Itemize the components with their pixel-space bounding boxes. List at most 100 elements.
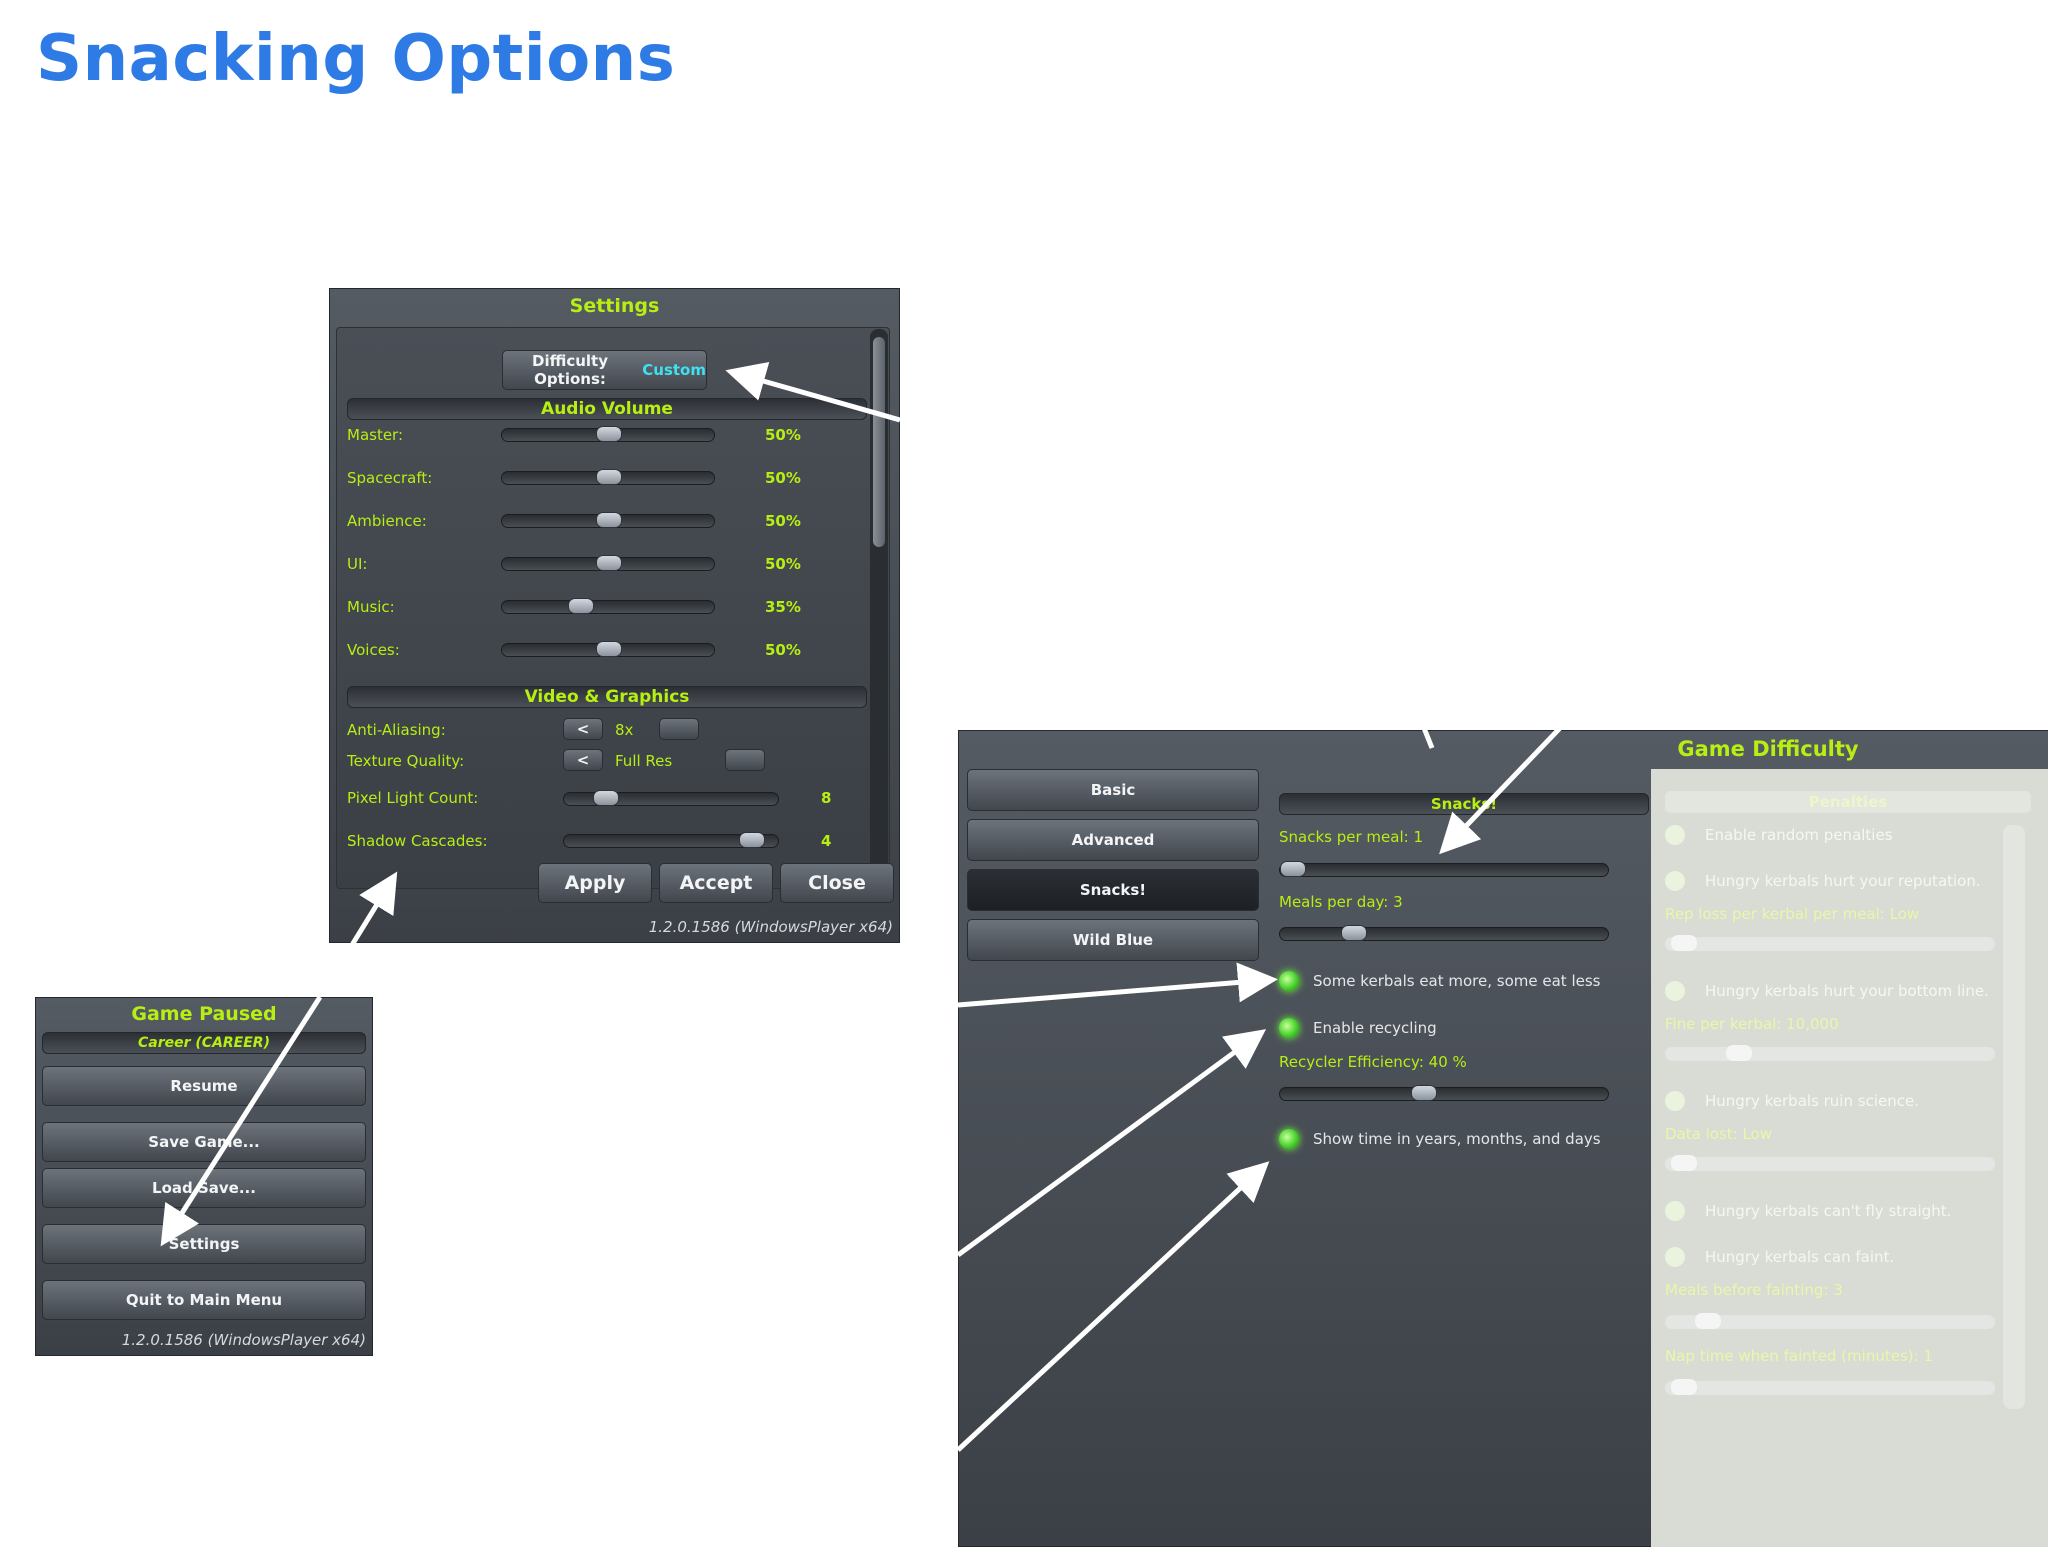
eat-more-less-toggle[interactable] [1279, 971, 1299, 991]
tab-basic[interactable]: Basic [967, 769, 1259, 811]
accept-button[interactable]: Accept [659, 863, 773, 903]
science-toggle[interactable] [1665, 1091, 1685, 1111]
audio-row-slider-knob[interactable] [596, 426, 622, 442]
settings-scroll-area: Difficulty Options: Custom Audio Volume … [336, 327, 890, 889]
faint-label: Hungry kerbals can faint. [1705, 1248, 1895, 1266]
audio-row-slider-knob[interactable] [596, 641, 622, 657]
career-mode-label: Career (CAREER) [42, 1032, 366, 1054]
bottom-line-toggle[interactable] [1665, 981, 1685, 1001]
pixel-light-value: 8 [821, 789, 832, 807]
pixel-light-slider-knob[interactable] [592, 790, 619, 806]
meals-per-day-slider[interactable] [1279, 925, 1609, 941]
settings-version: 1.2.0.1586 (WindowsPlayer x64) [648, 918, 893, 936]
recycler-efficiency-knob[interactable] [1410, 1085, 1437, 1101]
difficulty-options-button[interactable]: Difficulty Options: Custom [502, 350, 707, 390]
anti-aliasing-next-button[interactable] [659, 718, 699, 740]
game-difficulty-window: Game Difficulty Basic Advanced Snacks! W… [958, 730, 2048, 1547]
faint-toggle[interactable] [1665, 1247, 1685, 1267]
nap-time-slider[interactable] [1665, 1379, 1995, 1395]
shadow-cascades-slider[interactable] [563, 832, 779, 848]
difficulty-options-value: Custom [642, 361, 706, 379]
audio-row-slider-knob[interactable] [567, 598, 594, 614]
audio-row-label: Music: [347, 598, 395, 616]
audio-row-value: 50% [765, 469, 801, 487]
snacks-per-meal-slider[interactable] [1279, 861, 1609, 877]
penalties-heading: Penalties [1665, 791, 2031, 813]
save-game-button[interactable]: Save Game... [42, 1122, 366, 1162]
audio-row-slider-knob[interactable] [596, 555, 622, 571]
penalties-scrollbar[interactable] [2003, 825, 2025, 1409]
meals-per-day-knob[interactable] [1340, 925, 1367, 941]
anti-aliasing-label: Anti-Aliasing: [347, 721, 446, 739]
video-graphics-heading: Video & Graphics [347, 686, 867, 708]
random-penalties-toggle[interactable] [1665, 825, 1685, 845]
data-lost-knob[interactable] [1671, 1155, 1698, 1171]
audio-row-slider[interactable] [501, 469, 715, 485]
bottom-line-label: Hungry kerbals hurt your bottom line. [1705, 982, 1989, 1000]
reputation-toggle[interactable] [1665, 871, 1685, 891]
nap-time-knob[interactable] [1671, 1379, 1698, 1395]
reputation-label: Hungry kerbals hurt your reputation. [1705, 872, 1981, 890]
enable-recycling-toggle[interactable] [1279, 1018, 1299, 1038]
rep-loss-knob[interactable] [1671, 935, 1698, 951]
random-penalties-label: Enable random penalties [1705, 826, 1893, 844]
meals-before-fainting-knob[interactable] [1695, 1313, 1722, 1329]
settings-scrollbar-thumb[interactable] [873, 337, 885, 547]
meals-before-fainting-slider[interactable] [1665, 1313, 1995, 1329]
game-paused-window: Game Paused Career (CAREER) Resume Save … [35, 997, 373, 1356]
close-button[interactable]: Close [780, 863, 894, 903]
recycler-efficiency-label: Recycler Efficiency: 40 % [1279, 1053, 1467, 1071]
shadow-cascades-value: 4 [821, 832, 832, 850]
texture-quality-next-button[interactable] [725, 749, 765, 771]
tab-advanced[interactable]: Advanced [967, 819, 1259, 861]
load-save-button[interactable]: Load Save... [42, 1168, 366, 1208]
fine-slider[interactable] [1665, 1045, 1995, 1061]
audio-row-value: 50% [765, 512, 801, 530]
audio-row-label: Spacecraft: [347, 469, 433, 487]
shadow-cascades-slider-knob[interactable] [738, 832, 765, 848]
rep-loss-label: Rep loss per kerbal per meal: Low [1665, 905, 1920, 923]
fly-straight-toggle[interactable] [1665, 1201, 1685, 1221]
penalties-pane: Penalties Enable random penalties Hungry… [1651, 769, 2048, 1547]
texture-quality-value: Full Res [615, 752, 673, 770]
audio-row-value: 35% [765, 598, 801, 616]
snacks-per-meal-knob[interactable] [1280, 861, 1306, 877]
audio-row-slider[interactable] [501, 512, 715, 528]
settings-button[interactable]: Settings [42, 1224, 366, 1264]
audio-row-slider[interactable] [501, 426, 715, 442]
recycler-efficiency-slider[interactable] [1279, 1085, 1609, 1101]
show-time-toggle[interactable] [1279, 1129, 1299, 1149]
tab-snacks[interactable]: Snacks! [967, 869, 1259, 911]
enable-recycling-label: Enable recycling [1313, 1019, 1437, 1037]
texture-quality-label: Texture Quality: [347, 752, 465, 770]
audio-row-slider-knob[interactable] [596, 512, 622, 528]
audio-row-label: Ambience: [347, 512, 427, 530]
pixel-light-label: Pixel Light Count: [347, 789, 479, 807]
anti-aliasing-value: 8x [615, 721, 634, 739]
tab-wild-blue[interactable]: Wild Blue [967, 919, 1259, 961]
anti-aliasing-prev-button[interactable]: < [563, 718, 603, 740]
audio-row-slider-knob[interactable] [596, 469, 622, 485]
texture-quality-prev-button[interactable]: < [563, 749, 603, 771]
snacks-heading: Snacks! [1279, 793, 1649, 815]
science-label: Hungry kerbals ruin science. [1705, 1092, 1919, 1110]
apply-button[interactable]: Apply [538, 863, 652, 903]
meals-before-fainting-label: Meals before fainting: 3 [1665, 1281, 1843, 1299]
rep-loss-slider[interactable] [1665, 935, 1995, 951]
quit-main-menu-button[interactable]: Quit to Main Menu [42, 1280, 366, 1320]
fine-knob[interactable] [1725, 1045, 1752, 1061]
audio-row-slider[interactable] [501, 555, 715, 571]
audio-row-slider[interactable] [501, 598, 715, 614]
data-lost-slider[interactable] [1665, 1155, 1995, 1171]
pixel-light-slider[interactable] [563, 790, 779, 806]
shadow-cascades-label: Shadow Cascades: [347, 832, 488, 850]
show-time-label: Show time in years, months, and days [1313, 1130, 1601, 1148]
audio-row-value: 50% [765, 426, 801, 444]
settings-title: Settings [569, 295, 660, 317]
settings-scrollbar[interactable] [870, 329, 888, 885]
fly-straight-label: Hungry kerbals can't fly straight. [1705, 1202, 1952, 1220]
data-lost-label: Data lost: Low [1665, 1125, 1772, 1143]
audio-row-slider[interactable] [501, 641, 715, 657]
resume-button[interactable]: Resume [42, 1066, 366, 1106]
paused-version: 1.2.0.1586 (WindowsPlayer x64) [121, 1331, 366, 1349]
